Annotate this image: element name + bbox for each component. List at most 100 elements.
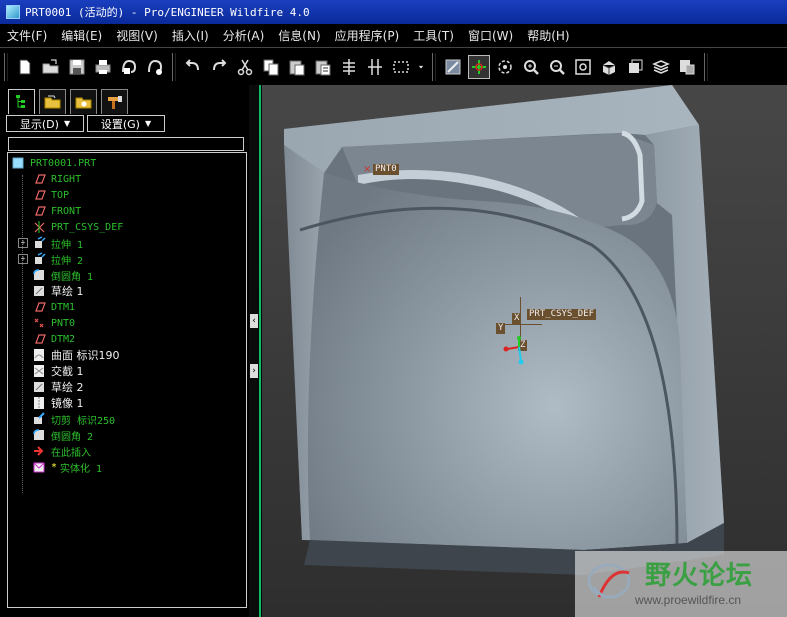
datum-point-marker-icon: × xyxy=(363,164,372,175)
undo-button[interactable] xyxy=(182,55,204,79)
tree-item[interactable]: FRONT xyxy=(32,203,81,219)
menu-item-3[interactable]: 插入(I) xyxy=(165,27,216,44)
zoom-in-button[interactable] xyxy=(520,55,542,79)
tree-item[interactable]: TOP xyxy=(32,187,69,203)
dropdown-button[interactable] xyxy=(416,55,426,79)
menu-item-8[interactable]: 窗口(W) xyxy=(461,27,520,44)
regenerate-button[interactable] xyxy=(338,55,360,79)
refit-button[interactable] xyxy=(572,55,594,79)
tree-item[interactable]: 切剪 标识250 xyxy=(32,411,115,427)
toolbar-separator xyxy=(704,53,708,81)
tree-item[interactable]: DTM1 xyxy=(32,299,75,315)
tree-item[interactable]: PRT_CSYS_DEF xyxy=(32,219,123,235)
display-dropdown[interactable]: 显示(D) ▼ xyxy=(6,115,84,132)
new-icon xyxy=(19,59,31,75)
tree-item[interactable]: PRT0001.PRT xyxy=(11,155,96,171)
tab-folder-browser[interactable] xyxy=(39,89,66,114)
layers-button[interactable] xyxy=(650,55,672,79)
tree-item[interactable]: DTM2 xyxy=(32,331,75,347)
select-box-icon xyxy=(393,61,409,73)
open-button[interactable] xyxy=(40,55,62,79)
expand-icon[interactable]: + xyxy=(18,254,28,264)
tree-item[interactable]: 曲面 标识190 xyxy=(32,347,120,363)
tree-item-label: 倒圆角 1 xyxy=(51,271,94,283)
sketch-icon xyxy=(32,380,46,394)
view-manager-button[interactable] xyxy=(676,55,698,79)
tree-item[interactable]: 倒圆角 1 xyxy=(32,267,93,283)
tree-item-label: PRT_CSYS_DEF xyxy=(51,221,124,233)
tree-item[interactable]: + 拉伸 1 xyxy=(18,235,83,251)
menu-item-9[interactable]: 帮助(H) xyxy=(520,27,576,44)
tab-connections[interactable] xyxy=(101,89,128,114)
expand-right-icon[interactable]: › xyxy=(250,364,258,378)
cut-button[interactable] xyxy=(234,55,256,79)
tree-guide-line xyxy=(22,175,23,493)
paste-special-button[interactable] xyxy=(312,55,334,79)
menu-item-2[interactable]: 视图(V) xyxy=(109,27,165,44)
tree-item[interactable]: 交截 1 xyxy=(32,363,84,379)
zoom-out-button[interactable] xyxy=(546,55,568,79)
spin-center-icon xyxy=(472,60,486,74)
menu-item-5[interactable]: 信息(N) xyxy=(271,27,327,44)
new-button[interactable] xyxy=(14,55,36,79)
regen-manager-button[interactable] xyxy=(364,55,386,79)
print-button[interactable] xyxy=(92,55,114,79)
email-icon xyxy=(122,59,137,74)
tree-item[interactable]: + 拉伸 2 xyxy=(18,251,83,267)
tree-item-label: 镜像 1 xyxy=(51,397,84,410)
select-box-button[interactable] xyxy=(390,55,412,79)
tree-item[interactable]: 倒圆角 2 xyxy=(32,427,93,443)
watermark-name: 野火论坛 xyxy=(645,561,754,591)
datum-plane-icon xyxy=(32,204,46,218)
tree-item-prefix: * xyxy=(51,461,58,473)
tree-item[interactable]: 镜像 1 xyxy=(32,395,84,411)
graphics-window[interactable]: × PNT0 PRT_CSYS_DEF X Y Z xyxy=(262,85,787,617)
spin-center-button[interactable] xyxy=(468,55,490,79)
tree-item[interactable]: PNT0 xyxy=(32,315,75,331)
extrude-icon xyxy=(32,252,46,266)
tree-item[interactable]: * 实体化 1 xyxy=(32,459,102,475)
tab-favorites[interactable] xyxy=(70,89,97,114)
menu-item-6[interactable]: 应用程序(P) xyxy=(328,27,407,44)
menu-item-7[interactable]: 工具(T) xyxy=(406,27,461,44)
tree-item[interactable]: RIGHT xyxy=(32,171,81,187)
window-title: PRT0001 (活动的) - Pro/ENGINEER Wildfire 4.… xyxy=(25,6,310,19)
surface-icon xyxy=(32,348,46,362)
copy-button[interactable] xyxy=(260,55,282,79)
email-button[interactable] xyxy=(118,55,140,79)
intersect-icon xyxy=(32,364,46,378)
open-icon xyxy=(42,59,59,74)
orient-mode-button[interactable] xyxy=(494,55,516,79)
view-manager-icon xyxy=(680,60,695,75)
expand-icon[interactable]: + xyxy=(18,238,28,248)
repaint-button[interactable] xyxy=(442,55,464,79)
tree-filter-input[interactable] xyxy=(8,137,244,151)
tree-item[interactable]: 草绘 2 xyxy=(32,379,84,395)
pnt0-label: PNT0 xyxy=(373,164,399,175)
redo-button[interactable] xyxy=(208,55,230,79)
csys-icon xyxy=(32,220,46,234)
panel-splitter[interactable]: ‹ › xyxy=(249,85,262,617)
settings-dropdown[interactable]: 设置(G) ▼ xyxy=(87,115,165,132)
menu-item-4[interactable]: 分析(A) xyxy=(216,27,272,44)
reorient-button[interactable] xyxy=(598,55,620,79)
tree-item[interactable]: 草绘 1 xyxy=(32,283,84,299)
round-icon xyxy=(32,428,46,442)
undo-icon xyxy=(185,59,199,71)
tree-item-label: 实体化 1 xyxy=(60,463,103,475)
email-link-button[interactable] xyxy=(144,55,166,79)
menu-item-0[interactable]: 文件(F) xyxy=(0,27,54,44)
paste-button[interactable] xyxy=(286,55,308,79)
view-triad-icon xyxy=(503,336,524,365)
regenerate-icon xyxy=(343,59,355,75)
datum-plane-icon xyxy=(32,332,46,346)
solidify-icon xyxy=(32,460,46,474)
save-button[interactable] xyxy=(66,55,88,79)
favorites-icon xyxy=(75,97,91,109)
menu-item-1[interactable]: 编辑(E) xyxy=(54,27,109,44)
tree-item[interactable]: 在此插入 xyxy=(32,443,91,459)
tree-item-label: TOP xyxy=(51,189,70,201)
collapse-left-icon[interactable]: ‹ xyxy=(250,314,258,328)
saved-views-button[interactable] xyxy=(624,55,646,79)
tab-model-tree[interactable] xyxy=(8,89,35,114)
